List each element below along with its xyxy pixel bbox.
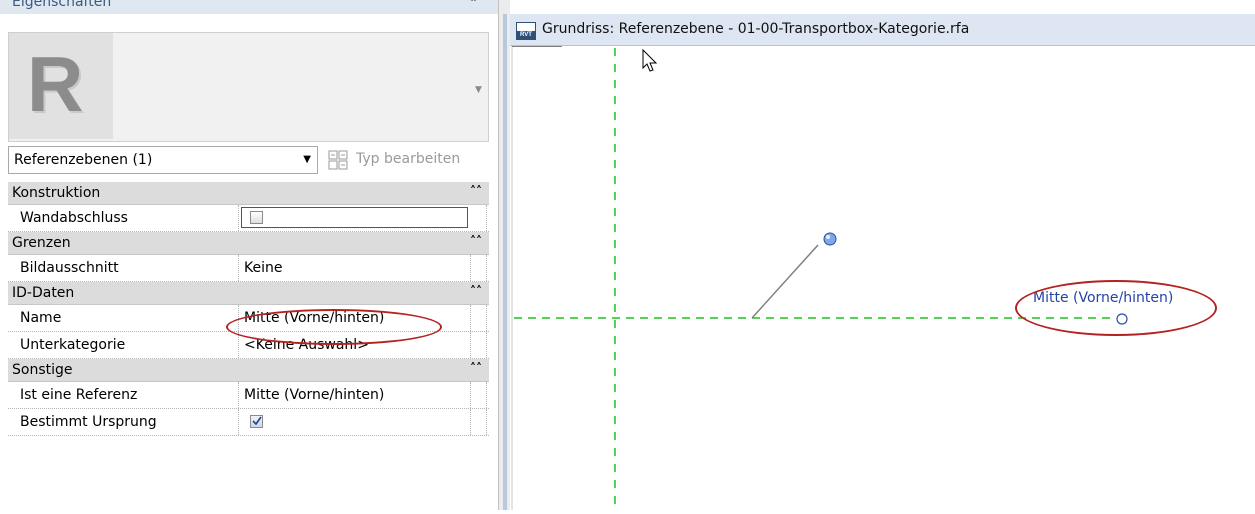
view-frame-edge xyxy=(503,14,507,510)
property-row-bestimmt-ursprung[interactable]: Bestimmt Ursprung xyxy=(8,409,489,436)
drawing-svg xyxy=(511,45,1128,510)
chevron-down-icon[interactable]: ▼ xyxy=(303,154,311,165)
group-sonstige[interactable]: Sonstige ˄˄ xyxy=(8,359,489,382)
group-label: ID-Daten xyxy=(12,285,75,301)
group-grenzen[interactable]: Grenzen ˄˄ xyxy=(8,232,489,255)
group-label: Grenzen xyxy=(12,235,71,251)
edit-type-icon xyxy=(328,150,348,170)
group-konstruktion[interactable]: Konstruktion ˄˄ xyxy=(8,182,489,205)
type-selector[interactable]: Referenzebenen (1) ▼ xyxy=(8,146,318,174)
drag-handle-icon[interactable] xyxy=(823,232,837,246)
property-name: Unterkategorie xyxy=(20,337,126,353)
property-name: Wandabschluss xyxy=(20,210,128,226)
collapse-group-icon[interactable]: ˄˄ xyxy=(470,284,482,298)
property-name: Name xyxy=(20,310,62,326)
property-row-ist-eine-referenz[interactable]: Ist eine Referenz Mitte (Vorne/hinten) xyxy=(8,382,489,409)
property-name: Ist eine Referenz xyxy=(20,387,138,403)
property-name: Bestimmt Ursprung xyxy=(20,414,157,430)
highlight-oval xyxy=(226,309,442,345)
view-title: Grundriss: Referenzebene - 01-00-Transpo… xyxy=(542,21,970,37)
group-id-daten[interactable]: ID-Daten ˄˄ xyxy=(8,282,489,305)
property-row-wandabschluss[interactable]: Wandabschluss xyxy=(8,205,489,232)
property-row-bildausschnitt[interactable]: Bildausschnitt Keine xyxy=(8,255,489,282)
properties-title: Eigenschaften xyxy=(12,0,112,10)
wandabschluss-checkbox[interactable] xyxy=(250,211,263,224)
mouse-cursor-icon xyxy=(642,48,658,72)
highlight-oval xyxy=(1015,280,1217,336)
property-value[interactable]: Keine xyxy=(244,260,282,276)
edit-type-label: Typ bearbeiten xyxy=(356,151,461,167)
property-value[interactable]: Mitte (Vorne/hinten) xyxy=(244,387,384,403)
view-title-bar[interactable]: RVT Grundriss: Referenzebene - 01-00-Tra… xyxy=(510,14,1255,46)
group-label: Konstruktion xyxy=(12,185,101,201)
panel-splitter[interactable] xyxy=(498,0,510,510)
drawing-canvas[interactable]: Mitte (Vorne/hinten) xyxy=(510,45,1255,510)
property-name: Bildausschnitt xyxy=(20,260,119,276)
type-selector-value: Referenzebenen (1) xyxy=(14,152,153,168)
revit-logo: R xyxy=(9,33,113,139)
bestimmt-ursprung-checkbox[interactable] xyxy=(250,415,263,428)
collapse-icon[interactable]: ˄ xyxy=(470,0,477,13)
floor-plan-view: RVT Grundriss: Referenzebene - 01-00-Tra… xyxy=(510,14,1255,510)
value-editor[interactable] xyxy=(241,207,468,228)
rvt-file-icon: RVT xyxy=(516,22,536,40)
properties-title-bar: Eigenschaften ˄ xyxy=(0,0,498,14)
type-preview: R ▼ xyxy=(8,32,489,142)
group-label: Sonstige xyxy=(12,362,73,378)
properties-panel: Eigenschaften ˄ R ▼ Referenzebenen (1) ▼… xyxy=(0,0,498,510)
collapse-group-icon[interactable]: ˄˄ xyxy=(470,234,482,248)
properties-grid: Konstruktion ˄˄ Wandabschluss Grenzen ˄˄… xyxy=(8,182,489,436)
preview-dropdown-arrow-icon[interactable]: ▼ xyxy=(475,85,482,95)
leader-line xyxy=(751,244,819,319)
collapse-group-icon[interactable]: ˄˄ xyxy=(470,184,482,198)
collapse-group-icon[interactable]: ˄˄ xyxy=(470,361,482,375)
